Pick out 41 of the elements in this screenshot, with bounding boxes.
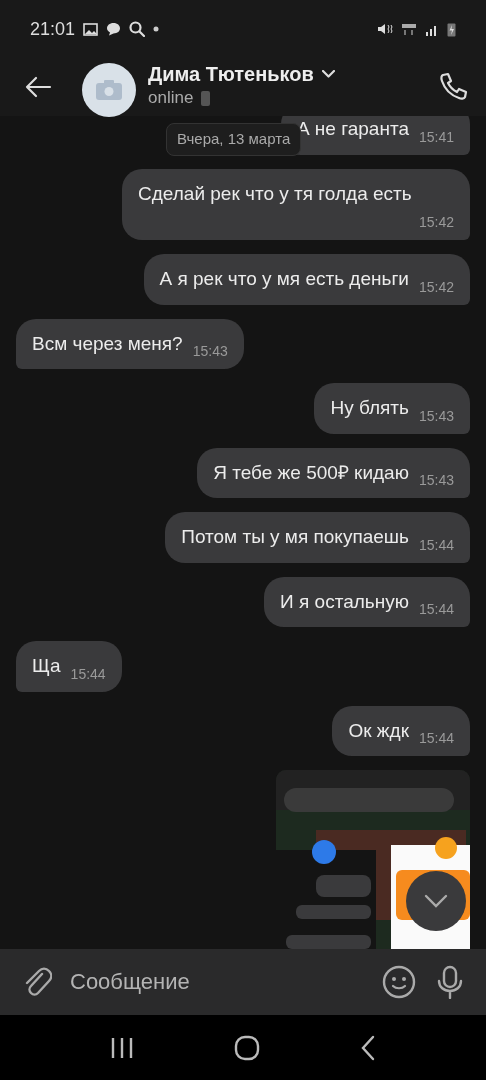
message-text: Сделай рек что у тя голда есть	[138, 181, 412, 206]
battery-icon	[447, 21, 456, 37]
back-nav-button[interactable]	[360, 1034, 376, 1061]
presence-status: online	[148, 87, 194, 110]
back-button[interactable]	[24, 75, 52, 99]
chat-icon	[106, 22, 122, 36]
message-time: 15:44	[418, 535, 454, 555]
message-time: 15:44	[418, 600, 454, 619]
message-text: Всм через меня?	[32, 331, 183, 356]
smiley-icon[interactable]	[382, 965, 416, 999]
recent-apps-button[interactable]	[110, 1036, 134, 1059]
contact-name: Дима Тютеньков	[148, 63, 314, 86]
dot-icon	[153, 26, 160, 32]
message-field[interactable]: Сообщение	[68, 949, 372, 1015]
message-time: 15:41	[418, 127, 454, 147]
call-button[interactable]	[438, 72, 468, 102]
gallery-icon	[83, 22, 99, 36]
microphone-icon[interactable]	[436, 965, 464, 999]
message-text: И я остальную	[280, 589, 409, 614]
home-button[interactable]	[234, 1034, 260, 1061]
message-time: 15:44	[70, 664, 106, 684]
message-time: 15:43	[192, 342, 228, 361]
message-time: 15:43	[418, 471, 454, 490]
microphone-button[interactable]	[426, 949, 486, 1015]
message-text: Ок ждк	[348, 718, 409, 743]
message-time: 15:44	[418, 729, 454, 748]
phone-icon	[201, 90, 211, 106]
message-text: А я рек что у мя есть деньги	[159, 267, 409, 291]
message-time: 15:42	[418, 277, 454, 297]
network-icon	[401, 22, 417, 36]
attach-button[interactable]	[0, 949, 68, 1015]
camera-icon	[96, 80, 122, 100]
message-time: 15:43	[418, 406, 454, 426]
message-text: Ну блять	[330, 396, 409, 420]
message-text: Ща	[32, 654, 61, 678]
message-text: Я тебе же 500₽ кидаю	[213, 460, 409, 485]
clock-time: 21:01	[30, 17, 76, 41]
mute-icon	[377, 22, 393, 36]
message-text: Потом ты у мя покупаешь	[181, 525, 409, 549]
message-time: 15:42	[418, 213, 454, 232]
search-icon	[129, 21, 146, 37]
